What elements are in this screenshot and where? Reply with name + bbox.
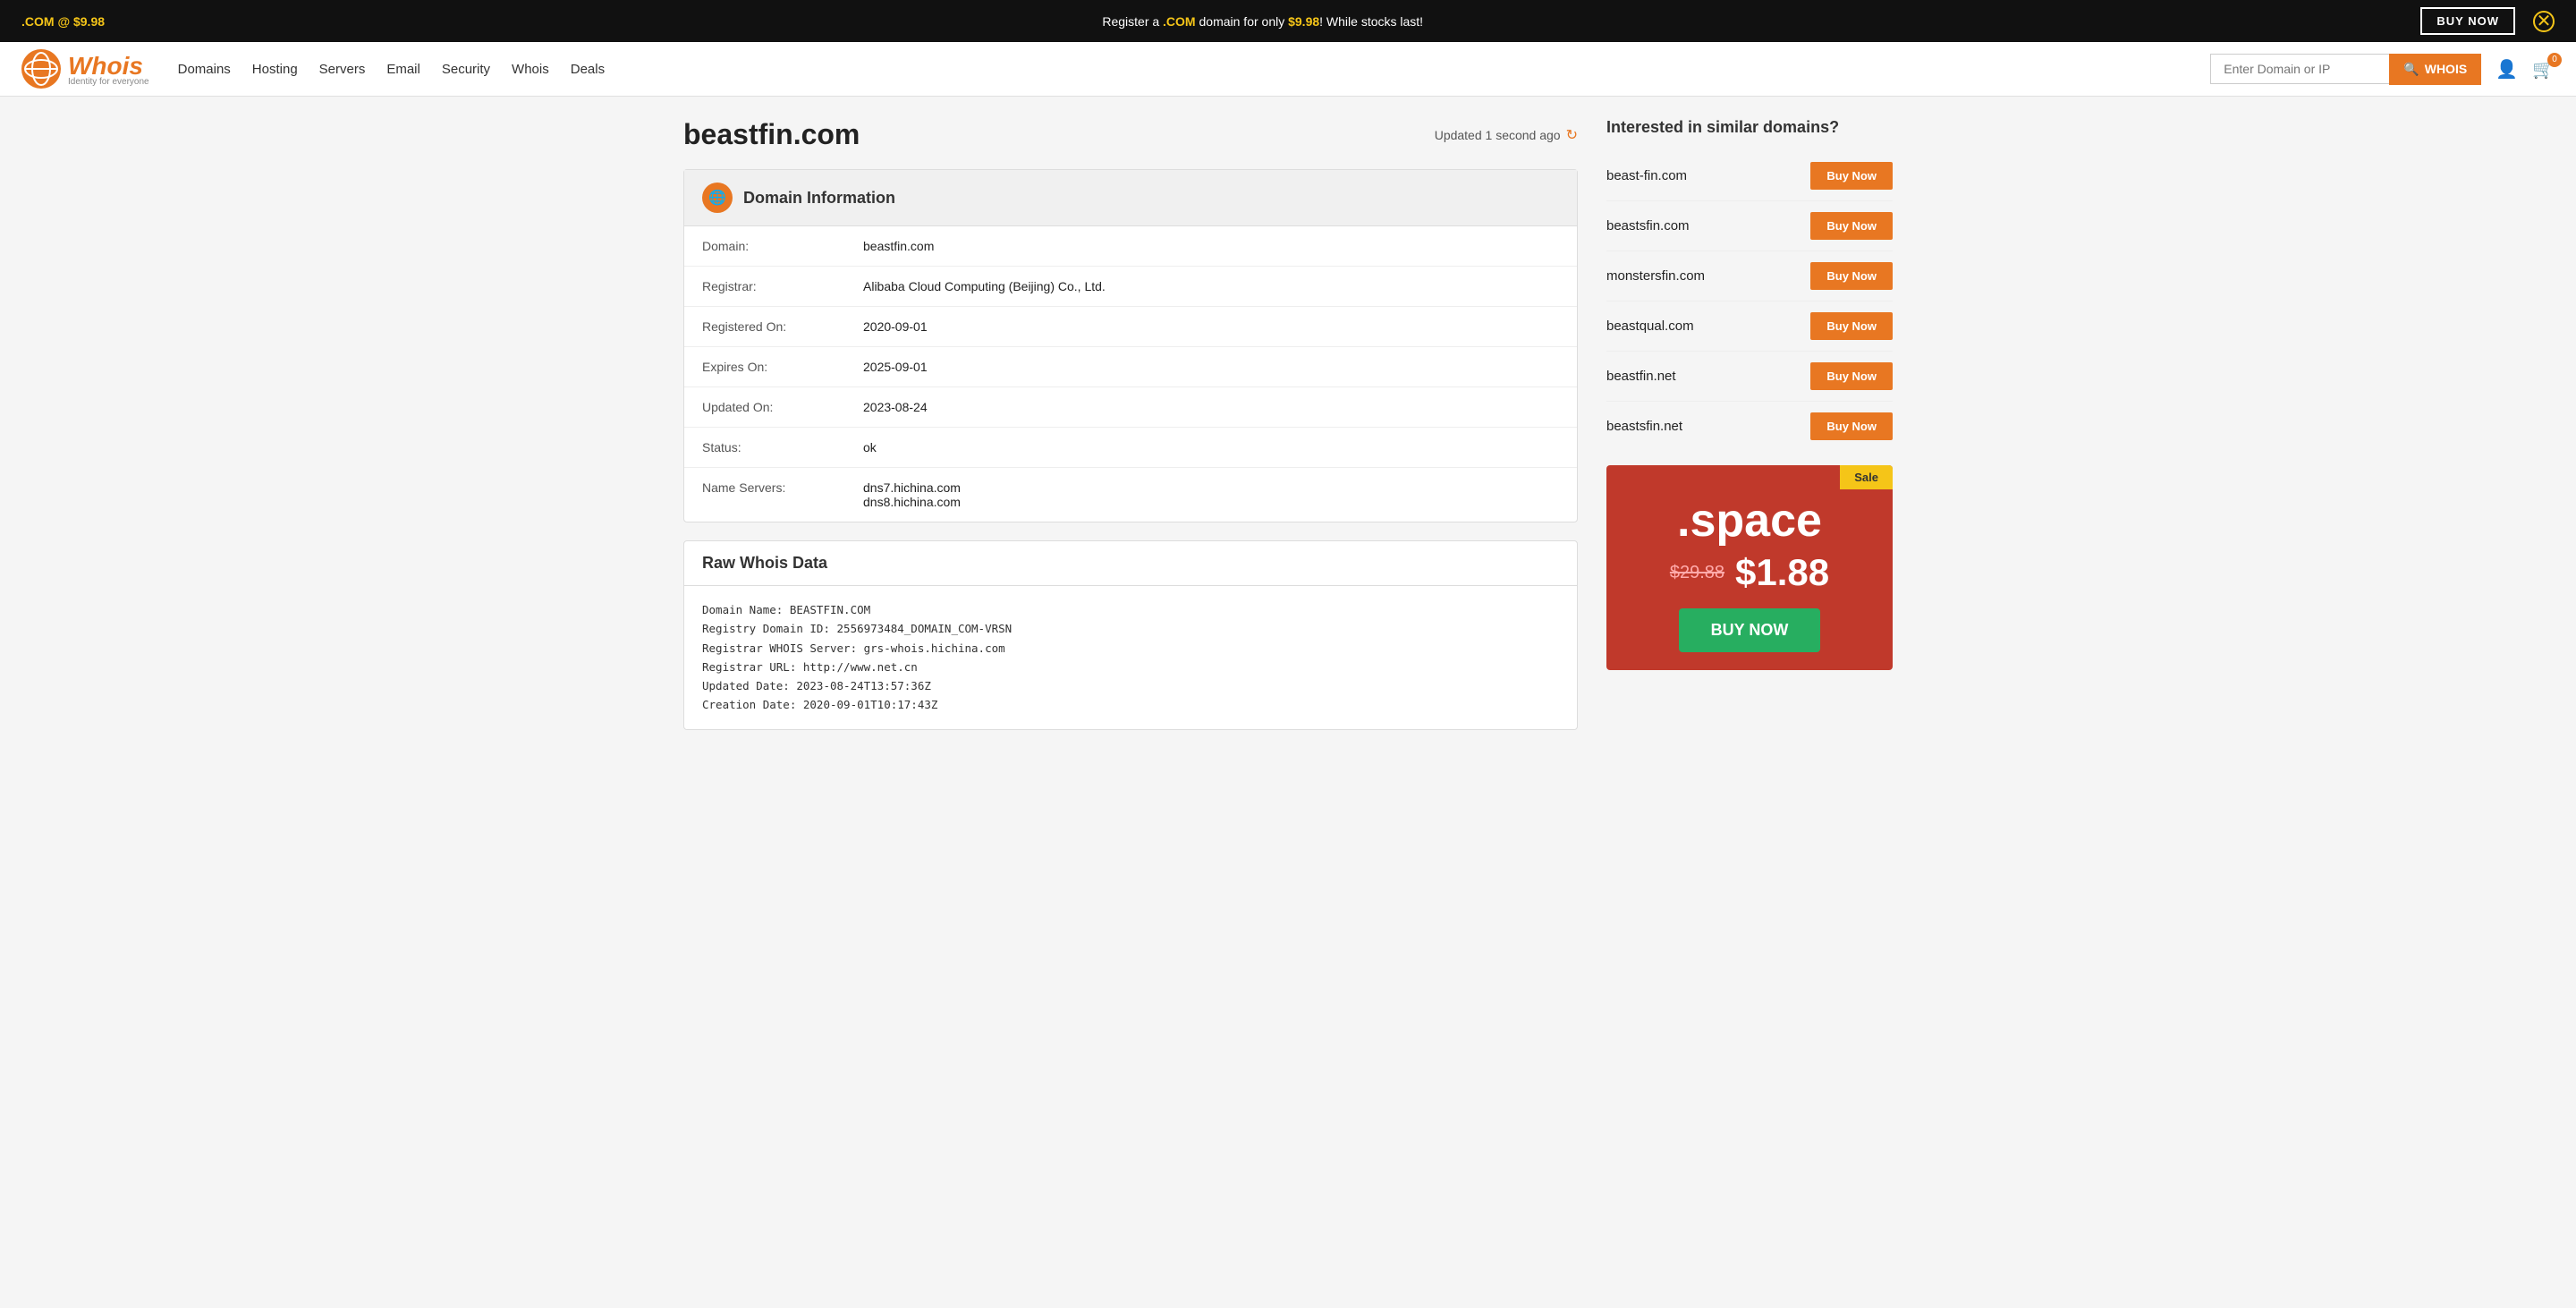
- user-icon: 👤: [2496, 60, 2518, 80]
- suggestion-name: beast-fin.com: [1606, 168, 1687, 183]
- nav-link-email[interactable]: Email: [386, 55, 420, 84]
- raw-whois-card: Raw Whois Data Domain Name: BEASTFIN.COM…: [683, 540, 1578, 730]
- list-item: beastfin.net Buy Now: [1606, 352, 1893, 402]
- table-row: Domain: beastfin.com: [684, 226, 1577, 267]
- status-label: Status:: [684, 428, 845, 468]
- domain-info-header: 🌐 Domain Information: [684, 170, 1577, 226]
- list-item: beastqual.com Buy Now: [1606, 302, 1893, 352]
- table-row: Registered On: 2020-09-01: [684, 307, 1577, 347]
- name-servers-value: dns7.hichina.com dns8.hichina.com: [845, 468, 1577, 522]
- banner-buy-now-button[interactable]: BUY NOW: [2420, 7, 2515, 35]
- registrar-label: Registrar:: [684, 267, 845, 307]
- updated-on-value: 2023-08-24: [845, 387, 1577, 428]
- page-title-row: beastfin.com Updated 1 second ago ↻: [683, 118, 1578, 151]
- registered-on-label: Registered On:: [684, 307, 845, 347]
- domain-info-card: 🌐 Domain Information Domain: beastfin.co…: [683, 169, 1578, 522]
- page-title: beastfin.com: [683, 118, 860, 151]
- sale-original-price: $29.88: [1670, 563, 1724, 583]
- suggestion-name: beastqual.com: [1606, 319, 1694, 334]
- buy-now-button-0[interactable]: Buy Now: [1810, 162, 1893, 190]
- buy-now-button-3[interactable]: Buy Now: [1810, 312, 1893, 340]
- table-row: Status: ok: [684, 428, 1577, 468]
- sale-tld: .space: [1624, 494, 1875, 548]
- list-item: beastsfin.net Buy Now: [1606, 402, 1893, 451]
- registrar-value: Alibaba Cloud Computing (Beijing) Co., L…: [845, 267, 1577, 307]
- banner-close-button[interactable]: ✕: [2533, 11, 2555, 32]
- table-row: Name Servers: dns7.hichina.com dns8.hich…: [684, 468, 1577, 522]
- main-content: beastfin.com Updated 1 second ago ↻ 🌐 Do…: [662, 97, 1914, 752]
- sale-card: Sale .space $29.88 $1.88 BUY NOW: [1606, 465, 1893, 670]
- domain-info-title: Domain Information: [743, 189, 895, 208]
- whois-search-button[interactable]: 🔍 WHOIS: [2389, 54, 2481, 85]
- suggestion-name: beastsfin.com: [1606, 218, 1690, 234]
- table-row: Expires On: 2025-09-01: [684, 347, 1577, 387]
- buy-now-button-1[interactable]: Buy Now: [1810, 212, 1893, 240]
- refresh-icon[interactable]: ↻: [1566, 126, 1578, 144]
- right-column: Interested in similar domains? beast-fin…: [1606, 118, 1893, 730]
- expires-on-label: Expires On:: [684, 347, 845, 387]
- nav-link-hosting[interactable]: Hosting: [252, 55, 298, 84]
- buy-now-button-4[interactable]: Buy Now: [1810, 362, 1893, 390]
- search-icon: 🔍: [2403, 62, 2419, 77]
- logo[interactable]: Whois Identity for everyone: [21, 49, 149, 89]
- similar-domains-list: beast-fin.com Buy Now beastsfin.com Buy …: [1606, 151, 1893, 451]
- domain-info-table: Domain: beastfin.com Registrar: Alibaba …: [684, 226, 1577, 522]
- banner-actions: BUY NOW ✕: [2420, 7, 2555, 35]
- account-button[interactable]: 👤: [2496, 58, 2518, 81]
- logo-text-container: Whois Identity for everyone: [68, 52, 149, 87]
- suggestion-name: beastfin.net: [1606, 369, 1676, 384]
- sale-badge: Sale: [1840, 465, 1893, 489]
- status-value: ok: [845, 428, 1577, 468]
- search-area: 🔍 WHOIS: [2210, 54, 2481, 85]
- nav-link-deals[interactable]: Deals: [571, 55, 605, 84]
- buy-now-button-2[interactable]: Buy Now: [1810, 262, 1893, 290]
- name-servers-label: Name Servers:: [684, 468, 845, 522]
- nav-link-servers[interactable]: Servers: [319, 55, 366, 84]
- nav-link-domains[interactable]: Domains: [178, 55, 231, 84]
- globe-icon: 🌐: [708, 189, 726, 207]
- banner-center-text: Register a .COM domain for only $9.98! W…: [105, 14, 2420, 29]
- nav-icons: 👤 🛒 0: [2496, 58, 2555, 81]
- registered-on-value: 2020-09-01: [845, 307, 1577, 347]
- top-banner: .COM @ $9.98 Register a .COM domain for …: [0, 0, 2576, 42]
- sale-price-row: $29.88 $1.88: [1624, 551, 1875, 594]
- domain-label: Domain:: [684, 226, 845, 267]
- cart-badge: 0: [2547, 53, 2562, 67]
- updated-status: Updated 1 second ago ↻: [1435, 126, 1578, 144]
- raw-whois-content: Domain Name: BEASTFIN.COM Registry Domai…: [684, 586, 1577, 729]
- sale-buy-now-button[interactable]: BUY NOW: [1679, 608, 1821, 652]
- expires-on-value: 2025-09-01: [845, 347, 1577, 387]
- table-row: Registrar: Alibaba Cloud Computing (Beij…: [684, 267, 1577, 307]
- nav-links: Domains Hosting Servers Email Security W…: [178, 55, 2197, 84]
- nav-link-whois[interactable]: Whois: [512, 55, 549, 84]
- navbar: Whois Identity for everyone Domains Host…: [0, 42, 2576, 97]
- raw-whois-header: Raw Whois Data: [684, 541, 1577, 586]
- updated-on-label: Updated On:: [684, 387, 845, 428]
- nav-link-security[interactable]: Security: [442, 55, 490, 84]
- list-item: beastsfin.com Buy Now: [1606, 201, 1893, 251]
- banner-left-text: .COM @ $9.98: [21, 14, 105, 29]
- sale-new-price: $1.88: [1735, 551, 1829, 594]
- table-row: Updated On: 2023-08-24: [684, 387, 1577, 428]
- suggestion-name: monstersfin.com: [1606, 268, 1705, 284]
- domain-value: beastfin.com: [845, 226, 1577, 267]
- buy-now-button-5[interactable]: Buy Now: [1810, 412, 1893, 440]
- similar-domains-title: Interested in similar domains?: [1606, 118, 1893, 137]
- search-input[interactable]: [2210, 54, 2389, 84]
- suggestion-name: beastsfin.net: [1606, 419, 1682, 434]
- logo-icon: [21, 49, 61, 89]
- list-item: monstersfin.com Buy Now: [1606, 251, 1893, 302]
- list-item: beast-fin.com Buy Now: [1606, 151, 1893, 201]
- left-column: beastfin.com Updated 1 second ago ↻ 🌐 Do…: [683, 118, 1578, 730]
- cart-button[interactable]: 🛒 0: [2532, 58, 2555, 81]
- domain-info-icon: 🌐: [702, 183, 733, 213]
